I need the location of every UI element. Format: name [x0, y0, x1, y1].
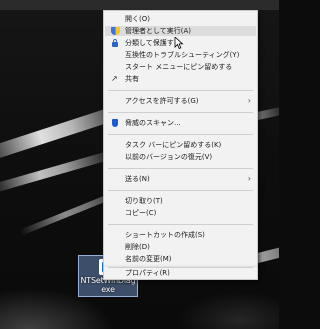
menu-separator: [108, 112, 253, 113]
share-icon: ↗: [111, 74, 118, 83]
menu-item-label: プロパティ(R): [125, 269, 170, 277]
menu-item-label: 共有: [125, 75, 139, 83]
menu-item-give-access[interactable]: アクセスを許可する(G) ›: [105, 96, 256, 106]
menu-item-pin-to-taskbar[interactable]: タスク バーにピン留めする(K): [105, 140, 256, 150]
menu-item-label: 管理者として実行(A): [125, 27, 192, 35]
menu-item-pin-to-start[interactable]: スタート メニューにピン留めする: [105, 62, 256, 72]
menu-separator: [108, 224, 253, 225]
menu-item-label: 開く(O): [125, 15, 150, 23]
menu-item-label: スタート メニューにピン留めする: [125, 63, 233, 71]
menu-separator: [108, 168, 253, 169]
menu-item-restore-previous-versions[interactable]: 以前のバージョンの復元(V): [105, 152, 256, 162]
menu-item-properties[interactable]: プロパティ(R): [105, 268, 256, 278]
menu-item-open[interactable]: 開く(O): [105, 14, 256, 24]
menu-item-label: 送る(N): [125, 175, 150, 183]
menu-item-label: ショートカットの作成(S): [125, 231, 205, 239]
menu-item-copy[interactable]: コピー(C): [105, 208, 256, 218]
wallpaper-light-streak: [0, 149, 117, 194]
menu-item-label: タスク バーにピン留めする(K): [125, 141, 222, 149]
menu-item-cut[interactable]: 切り取り(T): [105, 196, 256, 206]
desktop-file-name-line2: exe: [101, 285, 115, 294]
menu-item-label: 切り取り(T): [125, 197, 163, 205]
menu-item-label: 分類して保護する: [125, 39, 181, 47]
menu-item-scan-threats[interactable]: 脅威のスキャン...: [105, 118, 256, 128]
menu-item-rename[interactable]: 名前の変更(M): [105, 254, 256, 264]
menu-separator: [108, 90, 253, 91]
chevron-right-icon: ›: [247, 174, 251, 183]
menu-item-troubleshoot-compatibility[interactable]: 互換性のトラブルシューティング(Y): [105, 50, 256, 60]
mouse-cursor-icon: [174, 37, 184, 49]
menu-separator: [108, 190, 253, 191]
menu-item-label: 削除(D): [125, 243, 150, 251]
menu-item-delete[interactable]: 削除(D): [105, 242, 256, 252]
menu-item-label: 名前の変更(M): [125, 255, 172, 263]
defender-icon: [112, 119, 118, 127]
uac-shield-icon: [111, 27, 120, 35]
menu-item-run-as-admin[interactable]: 管理者として実行(A): [105, 26, 256, 36]
menu-item-send-to[interactable]: 送る(N) ›: [105, 174, 256, 184]
menu-item-label: 脅威のスキャン...: [125, 119, 181, 127]
menu-item-share[interactable]: ↗ 共有: [105, 74, 256, 84]
lock-icon: [112, 39, 118, 47]
context-menu-footer: プロパティ(R): [103, 267, 258, 280]
menu-separator: [108, 134, 253, 135]
menu-item-create-shortcut[interactable]: ショートカットの作成(S): [105, 230, 256, 240]
window-edge: [0, 0, 279, 10]
menu-item-label: コピー(C): [125, 209, 157, 217]
chevron-right-icon: ›: [247, 96, 251, 105]
menu-item-label: 互換性のトラブルシューティング(Y): [125, 51, 240, 59]
menu-item-label: 以前のバージョンの復元(V): [125, 153, 213, 161]
menu-item-label: アクセスを許可する(G): [125, 97, 199, 105]
